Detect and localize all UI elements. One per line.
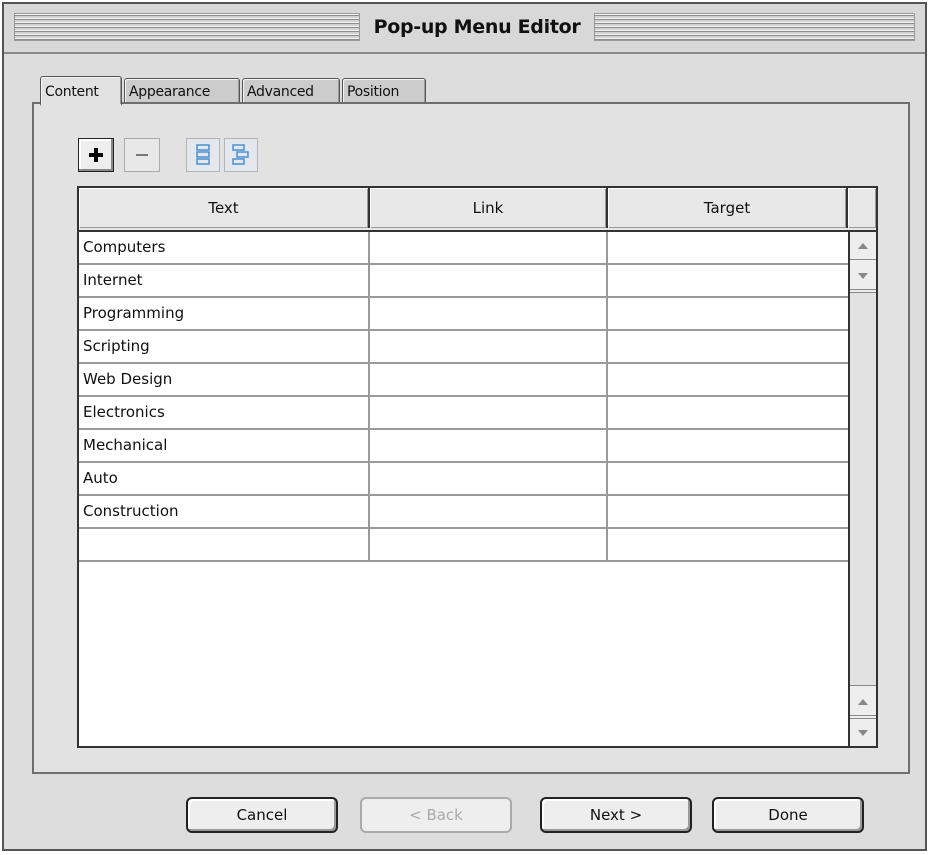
- tab-advanced[interactable]: Advanced: [242, 78, 340, 104]
- scroll-down-button[interactable]: [850, 262, 876, 290]
- next-button[interactable]: Next >: [540, 797, 692, 833]
- scroll-up-button[interactable]: [850, 232, 876, 260]
- move-down-icon: [232, 144, 249, 165]
- cell-text[interactable]: Computers: [79, 232, 370, 263]
- column-header-target[interactable]: Target: [608, 188, 848, 228]
- table-row[interactable]: Electronics: [79, 397, 848, 430]
- cancel-button[interactable]: Cancel: [186, 797, 338, 833]
- cell-text[interactable]: Construction: [79, 496, 370, 527]
- table-row[interactable]: Web Design: [79, 364, 848, 397]
- column-header-link[interactable]: Link: [370, 188, 608, 228]
- scroll-down-arrow-icon: [858, 272, 868, 279]
- move-up-icon: [196, 144, 210, 165]
- scroll-down-button-bottom[interactable]: [850, 718, 876, 746]
- cell-text[interactable]: Web Design: [79, 364, 370, 395]
- cell-target[interactable]: [608, 463, 848, 494]
- scroll-track[interactable]: [850, 292, 876, 686]
- scroll-up-button-bottom[interactable]: [850, 688, 876, 716]
- column-header-text[interactable]: Text: [79, 188, 370, 228]
- table-row[interactable]: Computers: [79, 232, 848, 265]
- cell-link[interactable]: [370, 496, 608, 527]
- header-corner: [848, 188, 876, 228]
- cell-link[interactable]: [370, 232, 608, 263]
- cell-target[interactable]: [608, 298, 848, 329]
- window-title: Pop-up Menu Editor: [373, 16, 581, 38]
- remove-item-button[interactable]: [124, 138, 160, 172]
- table-row[interactable]: [79, 529, 848, 562]
- tab-bar: Content Appearance Advanced Position: [40, 74, 428, 106]
- title-bar-stripes-right: [594, 13, 915, 41]
- move-item-up-button[interactable]: [186, 138, 220, 172]
- menu-items-table: Text Link Target Computers Internet Prog…: [77, 186, 878, 748]
- cell-link[interactable]: [370, 265, 608, 296]
- cell-link[interactable]: [370, 430, 608, 461]
- table-header: Text Link Target: [79, 188, 876, 232]
- tab-content[interactable]: Content: [40, 76, 122, 106]
- cell-link[interactable]: [370, 463, 608, 494]
- add-item-button[interactable]: [78, 138, 114, 172]
- cell-link[interactable]: [370, 529, 608, 560]
- scroll-down-arrow-icon: [858, 729, 868, 736]
- cell-text[interactable]: Electronics: [79, 397, 370, 428]
- cell-text[interactable]: [79, 529, 370, 560]
- title-bar-stripes-left: [14, 13, 360, 41]
- plus-icon: [89, 148, 103, 162]
- cell-target[interactable]: [608, 529, 848, 560]
- popup-menu-editor-window: Pop-up Menu Editor Content Appearance Ad…: [2, 2, 927, 851]
- cell-link[interactable]: [370, 298, 608, 329]
- tab-position[interactable]: Position: [342, 78, 426, 104]
- minus-icon: [136, 154, 148, 156]
- cell-text[interactable]: Programming: [79, 298, 370, 329]
- cell-target[interactable]: [608, 331, 848, 362]
- cell-text[interactable]: Internet: [79, 265, 370, 296]
- table-row[interactable]: Internet: [79, 265, 848, 298]
- table-row[interactable]: Scripting: [79, 331, 848, 364]
- cell-link[interactable]: [370, 364, 608, 395]
- move-item-down-button[interactable]: [224, 138, 258, 172]
- tab-appearance[interactable]: Appearance: [124, 78, 240, 104]
- table-row[interactable]: Construction: [79, 496, 848, 529]
- table-row[interactable]: Auto: [79, 463, 848, 496]
- done-button[interactable]: Done: [712, 797, 864, 833]
- table-row[interactable]: Mechanical: [79, 430, 848, 463]
- cell-target[interactable]: [608, 232, 848, 263]
- cell-link[interactable]: [370, 331, 608, 362]
- cell-target[interactable]: [608, 430, 848, 461]
- cell-text[interactable]: Mechanical: [79, 430, 370, 461]
- scroll-up-arrow-icon: [858, 242, 868, 249]
- cell-target[interactable]: [608, 265, 848, 296]
- cell-target[interactable]: [608, 364, 848, 395]
- cell-target[interactable]: [608, 397, 848, 428]
- vertical-scrollbar[interactable]: [848, 232, 876, 746]
- scroll-up-arrow-icon: [858, 698, 868, 705]
- content-tab-panel: Text Link Target Computers Internet Prog…: [32, 102, 910, 774]
- cell-link[interactable]: [370, 397, 608, 428]
- cell-target[interactable]: [608, 496, 848, 527]
- title-bar[interactable]: Pop-up Menu Editor: [4, 4, 925, 54]
- table-body: Computers Internet Programming Scripting: [79, 232, 848, 562]
- table-row[interactable]: Programming: [79, 298, 848, 331]
- cell-text[interactable]: Scripting: [79, 331, 370, 362]
- back-button[interactable]: < Back: [360, 797, 512, 833]
- cell-text[interactable]: Auto: [79, 463, 370, 494]
